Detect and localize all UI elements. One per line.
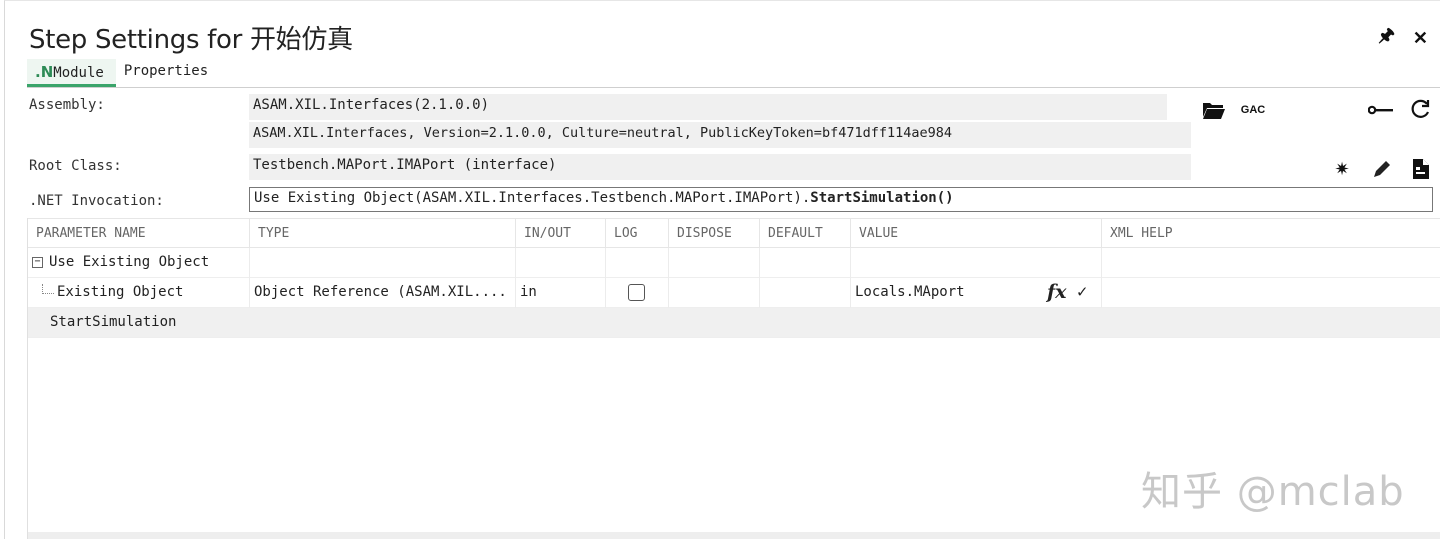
- col-default[interactable]: DEFAULT: [760, 219, 851, 248]
- folder-open-icon[interactable]: [1201, 99, 1227, 121]
- panel-title: Step Settings for 开始仿真: [29, 25, 353, 55]
- col-type[interactable]: TYPE: [250, 219, 516, 248]
- tab-divider: [27, 87, 1440, 88]
- col-in-out[interactable]: IN/OUT: [516, 219, 606, 248]
- assembly-field[interactable]: ASAM.XIL.Interfaces(2.1.0.0): [249, 94, 1167, 120]
- log-checkbox[interactable]: [628, 284, 645, 301]
- param-name: Existing Object: [57, 284, 184, 300]
- invocation-prefix: Use Existing Object(ASAM.XIL.Interfaces.…: [254, 190, 811, 206]
- checkmark-icon[interactable]: ✓: [1077, 282, 1087, 302]
- pencil-icon[interactable]: [1369, 157, 1395, 181]
- type-cell: [250, 248, 516, 278]
- type-cell: Object Reference (ASAM.XIL....: [250, 278, 516, 308]
- table-row[interactable]: Existing Object Object Reference (ASAM.X…: [28, 278, 1440, 308]
- invocation-method: StartSimulation(): [810, 190, 954, 206]
- watermark: 知乎 @mclab: [1141, 469, 1405, 515]
- col-dispose[interactable]: DISPOSE: [669, 219, 760, 248]
- param-name: Use Existing Object: [49, 254, 210, 270]
- document-icon[interactable]: [1409, 157, 1433, 181]
- table-row[interactable]: StartSimulation: [28, 308, 1440, 338]
- root-class-field[interactable]: Testbench.MAPort.IMAPort (interface): [249, 154, 1191, 180]
- method-name: StartSimulation: [50, 314, 177, 330]
- tab-module-label: Module: [53, 65, 104, 81]
- invocation-label: .NET Invocation:: [29, 193, 164, 209]
- root-class-label: Root Class:: [29, 158, 122, 174]
- dispose-cell: [669, 248, 760, 278]
- table-row[interactable]: − Use Existing Object: [28, 248, 1440, 278]
- default-cell: [760, 248, 851, 278]
- invocation-field[interactable]: Use Existing Object(ASAM.XIL.Interfaces.…: [249, 187, 1433, 212]
- tab-module[interactable]: .NModule: [27, 59, 116, 87]
- value-cell: [851, 248, 1102, 278]
- param-name-cell: − Use Existing Object: [28, 248, 250, 278]
- inout-cell: in: [516, 278, 606, 308]
- tab-properties-label: Properties: [123, 63, 209, 79]
- assembly-fullname-field: ASAM.XIL.Interfaces, Version=2.1.0.0, Cu…: [249, 122, 1191, 148]
- dispose-cell[interactable]: [669, 278, 760, 308]
- col-xml-help[interactable]: XML HELP: [1102, 219, 1440, 248]
- close-icon[interactable]: ✕: [1413, 28, 1428, 49]
- value-text: Locals.MAport: [855, 284, 965, 300]
- col-value[interactable]: VALUE: [851, 219, 1102, 248]
- col-parameter-name[interactable]: PARAMETER NAME: [28, 219, 250, 248]
- dotnet-logo-icon: .N: [35, 63, 54, 81]
- pin-icon[interactable]: 🖈: [1378, 23, 1395, 53]
- grid-header: PARAMETER NAME TYPE IN/OUT LOG DISPOSE D…: [28, 218, 1440, 248]
- step-settings-panel: Step Settings for 开始仿真 🖈 ✕ .NModule Prop…: [4, 0, 1440, 539]
- assembly-label: Assembly:: [29, 97, 105, 113]
- gac-button[interactable]: GAC: [1237, 101, 1269, 119]
- key-icon[interactable]: [1367, 99, 1395, 121]
- inout-cell: [516, 248, 606, 278]
- fx-icon[interactable]: fx: [1047, 281, 1067, 303]
- col-log[interactable]: LOG: [606, 219, 669, 248]
- title-actions: 🖈 ✕: [1378, 23, 1428, 53]
- tree-connector: [42, 284, 54, 294]
- collapse-toggle-icon[interactable]: −: [32, 256, 43, 268]
- asterisk-icon[interactable]: ✷: [1331, 159, 1353, 179]
- tab-bar: .NModule Properties: [27, 59, 220, 87]
- default-cell[interactable]: [760, 278, 851, 308]
- value-cell[interactable]: Locals.MAport fx ✓: [851, 278, 1102, 308]
- param-name-cell: Existing Object: [28, 278, 250, 308]
- grid-scroll-footer: [28, 532, 1440, 539]
- log-cell: [606, 248, 669, 278]
- tab-properties[interactable]: Properties: [116, 59, 220, 87]
- log-cell: [606, 278, 669, 308]
- refresh-icon[interactable]: [1407, 97, 1433, 121]
